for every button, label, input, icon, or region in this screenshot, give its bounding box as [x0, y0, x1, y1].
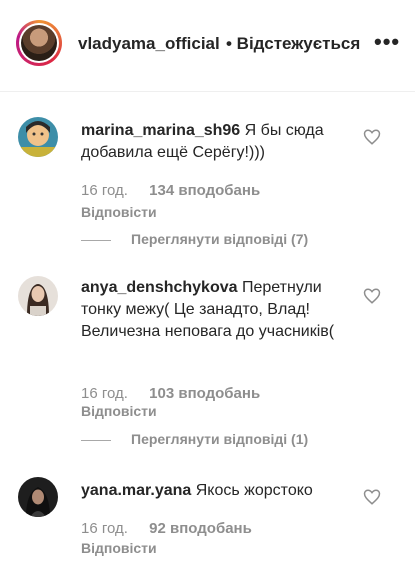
comment-username[interactable]: marina_marina_sh96	[81, 122, 240, 139]
comment-time[interactable]: 16 год.	[81, 182, 145, 199]
like-heart-icon[interactable]	[363, 287, 381, 305]
comment-username[interactable]: yana.mar.yana	[81, 482, 191, 499]
comment-time[interactable]: 16 год.	[81, 520, 145, 537]
comment-likes[interactable]: 92 вподобань	[149, 520, 252, 537]
comment-likes[interactable]: 103 вподобань	[149, 385, 260, 402]
comment-body: yana.mar.yana Якось жорстоко	[81, 480, 356, 502]
view-replies-label: Переглянути відповіді (7)	[131, 231, 309, 247]
author-username[interactable]: vladyama_official	[78, 34, 220, 54]
comment-time[interactable]: 16 год.	[81, 385, 145, 402]
post-header: vladyama_official • Відстежується •••	[0, 0, 415, 92]
view-replies-button[interactable]: Переглянути відповіді (1)	[81, 431, 308, 447]
commenter-avatar[interactable]	[18, 276, 58, 316]
view-replies-label: Переглянути відповіді (1)	[131, 431, 309, 447]
more-options-icon[interactable]: •••	[374, 30, 399, 54]
comment-text: Якось жорстоко	[195, 482, 313, 499]
comment-likes[interactable]: 134 вподобань	[149, 182, 260, 199]
comment-meta: 16 год. 134 вподобань	[81, 182, 260, 199]
reply-button[interactable]: Відповісти	[81, 403, 157, 419]
reply-button[interactable]: Відповісти	[81, 540, 157, 556]
comment-meta: 16 год. 103 вподобань	[81, 385, 260, 402]
like-heart-icon[interactable]	[363, 128, 381, 146]
commenter-avatar[interactable]	[18, 117, 58, 157]
replies-divider	[81, 439, 111, 441]
replies-divider	[81, 239, 111, 241]
comment-meta: 16 год. 92 вподобань	[81, 520, 252, 537]
view-replies-button[interactable]: Переглянути відповіді (7)	[81, 231, 308, 247]
author-avatar[interactable]	[16, 20, 62, 66]
commenter-avatar[interactable]	[18, 477, 58, 517]
reply-button[interactable]: Відповісти	[81, 204, 157, 220]
like-heart-icon[interactable]	[363, 488, 381, 506]
comment-username[interactable]: anya_denshchykova	[81, 279, 238, 296]
comment-body: anya_denshchykova Перетнули тонку межу( …	[81, 277, 356, 343]
comment-body: marina_marina_sh96 Я бы сюда добавила ещ…	[81, 120, 356, 164]
following-status[interactable]: • Відстежується	[226, 34, 360, 54]
